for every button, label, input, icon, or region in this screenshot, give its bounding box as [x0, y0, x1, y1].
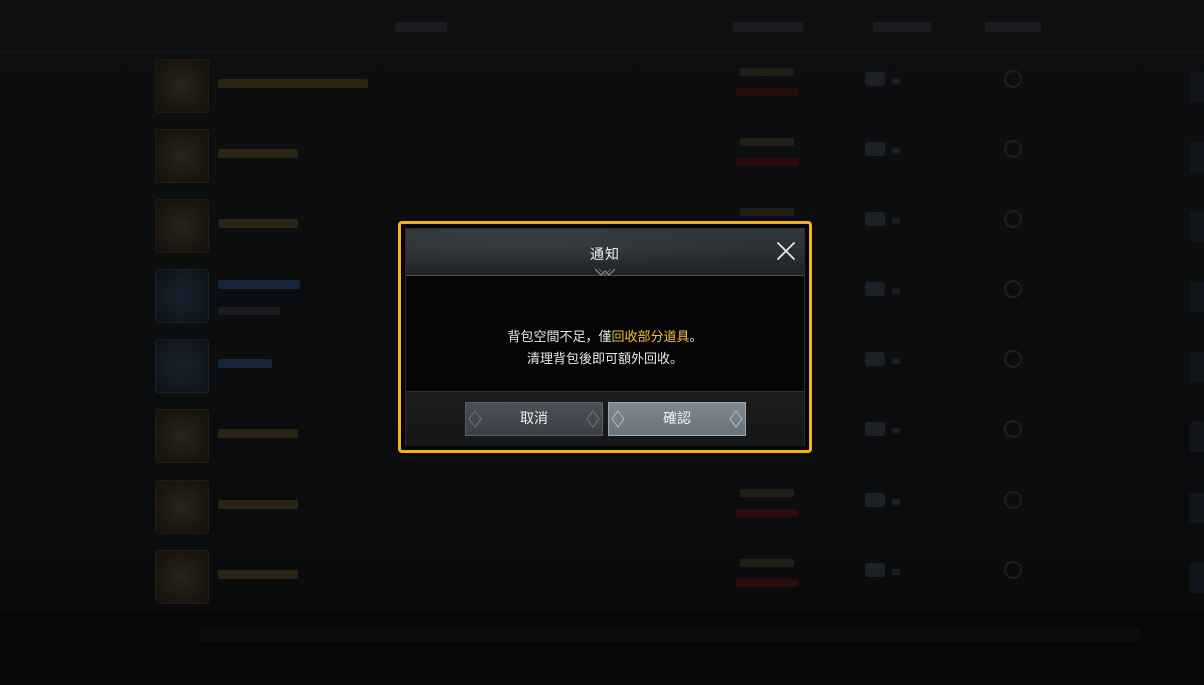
row-edge	[1190, 72, 1204, 102]
item-subtitle-placeholder	[218, 307, 280, 315]
item-name-placeholder	[218, 500, 298, 509]
item-cost-placeholder	[740, 208, 794, 216]
row-edge	[1190, 212, 1204, 242]
currency-amount-placeholder	[892, 218, 900, 224]
currency-amount-placeholder	[892, 358, 900, 364]
currency-icon	[865, 212, 885, 226]
dialog-highlight-frame: 通知 背包空間不足，僅回收部分道具。 清理背包後即可額外回收。 取消 確認	[398, 221, 812, 453]
item-bar-placeholder	[736, 88, 798, 96]
background-footer	[0, 610, 1204, 685]
currency-icon	[865, 142, 885, 156]
search-icon	[1004, 350, 1022, 368]
item-bar-placeholder	[736, 579, 798, 587]
dialog-message-line2: 清理背包後即可額外回收。	[526, 352, 683, 367]
currency-icon	[865, 282, 885, 296]
currency-icon	[865, 422, 885, 436]
cancel-button[interactable]: 取消	[465, 402, 603, 436]
row-edge	[1190, 352, 1204, 382]
item-icon	[155, 269, 209, 323]
item-icon	[155, 409, 209, 463]
button-ornament-icon	[611, 410, 625, 428]
search-icon	[1004, 140, 1022, 158]
item-cost-placeholder	[740, 559, 794, 567]
item-icon	[155, 339, 209, 393]
column-header-placeholder	[985, 22, 1041, 32]
item-cost-placeholder	[740, 138, 794, 146]
item-icon	[155, 199, 209, 253]
currency-icon	[865, 563, 885, 577]
currency-amount-placeholder	[892, 148, 900, 154]
dialog-message-line1: 背包空間不足，僅回收部分道具。	[406, 326, 804, 345]
column-header-placeholder	[395, 22, 447, 32]
dialog-title: 通知	[590, 247, 620, 263]
item-name-placeholder	[218, 149, 298, 158]
button-ornament-icon	[468, 410, 482, 428]
item-bar-placeholder	[736, 509, 798, 517]
list-item	[0, 122, 1204, 192]
list-header	[0, 0, 1204, 53]
cancel-button-label: 取消	[520, 411, 548, 427]
item-name-placeholder	[218, 79, 368, 88]
item-icon	[155, 59, 209, 113]
list-item	[0, 543, 1204, 613]
item-cost-placeholder	[740, 68, 794, 76]
column-header-placeholder	[733, 22, 803, 32]
currency-icon	[865, 352, 885, 366]
confirm-button-label: 確認	[663, 411, 691, 427]
item-name-placeholder	[218, 219, 298, 228]
currency-icon	[865, 72, 885, 86]
currency-amount-placeholder	[892, 569, 900, 575]
item-name-placeholder	[218, 280, 300, 289]
row-edge	[1190, 422, 1204, 452]
row-edge	[1190, 282, 1204, 312]
item-cost-placeholder	[740, 489, 794, 497]
search-icon	[1004, 420, 1022, 438]
row-edge	[1190, 493, 1204, 523]
item-name-placeholder	[218, 359, 272, 368]
background-footer-strip	[200, 628, 1140, 642]
currency-amount-placeholder	[892, 499, 900, 505]
message-suffix: 。	[689, 330, 703, 345]
search-icon	[1004, 70, 1022, 88]
search-icon	[1004, 491, 1022, 509]
list-item	[0, 52, 1204, 122]
currency-amount-placeholder	[892, 78, 900, 84]
confirm-button[interactable]: 確認	[608, 402, 746, 436]
item-name-placeholder	[218, 429, 298, 438]
dialog-footer: 取消 確認	[406, 391, 804, 446]
item-bar-placeholder	[736, 158, 798, 166]
dialog-header: 通知	[406, 229, 804, 276]
search-icon	[1004, 210, 1022, 228]
search-icon	[1004, 561, 1022, 579]
currency-icon	[865, 493, 885, 507]
row-edge	[1190, 142, 1204, 172]
notification-dialog: 通知 背包空間不足，僅回收部分道具。 清理背包後即可額外回收。 取消 確認	[405, 228, 805, 446]
dialog-body: 背包空間不足，僅回收部分道具。 清理背包後即可額外回收。	[406, 276, 804, 390]
list-item	[0, 473, 1204, 543]
column-header-placeholder	[873, 22, 931, 32]
currency-amount-placeholder	[892, 428, 900, 434]
message-prefix: 背包空間不足，僅	[507, 330, 612, 345]
search-icon	[1004, 280, 1022, 298]
close-icon[interactable]	[774, 239, 798, 263]
item-icon	[155, 480, 209, 534]
item-icon	[155, 550, 209, 604]
item-icon	[155, 129, 209, 183]
button-ornament-icon	[729, 410, 743, 428]
row-edge	[1190, 563, 1204, 593]
currency-amount-placeholder	[892, 288, 900, 294]
message-highlight: 回收部分道具	[611, 330, 690, 345]
item-name-placeholder	[218, 570, 298, 579]
button-ornament-icon	[586, 410, 600, 428]
